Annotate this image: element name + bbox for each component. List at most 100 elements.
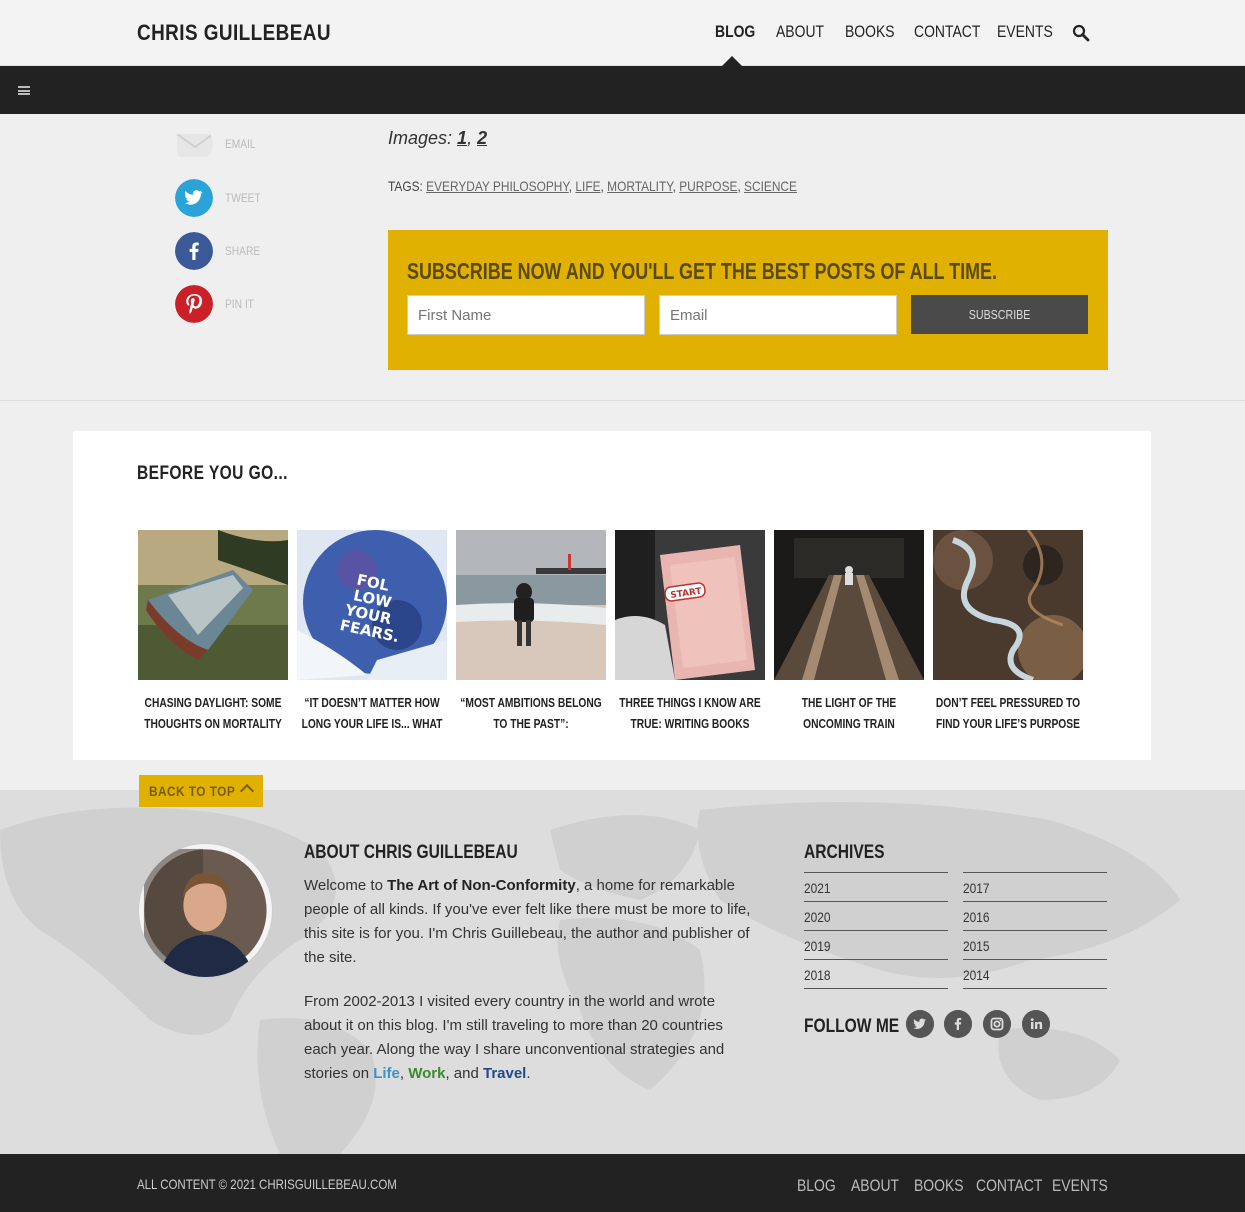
about-text: , <box>399 1065 409 1082</box>
footer-nav-about[interactable]: ABOUT <box>851 1176 899 1196</box>
site-logo[interactable]: CHRIS GUILLEBEAU <box>137 20 331 46</box>
archive-year: 2015 <box>963 938 990 954</box>
about-paragraph-2: From 2002-2013 I visited every country i… <box>304 990 756 1086</box>
nav-contact[interactable]: CONTACT <box>914 22 980 42</box>
image-link-1[interactable]: 1 <box>457 128 467 148</box>
related-post-card[interactable]: FOL LOW YOUR FEARS. “IT DOESN’T MATTER H… <box>297 530 447 735</box>
archive-link-2019[interactable]: 2019 <box>804 930 948 959</box>
chevron-up-icon <box>239 783 255 799</box>
twitter-icon[interactable] <box>906 1010 934 1038</box>
archive-year: 2014 <box>963 967 990 983</box>
email-icon <box>176 133 213 157</box>
email-input[interactable] <box>659 295 897 335</box>
archive-year: 2017 <box>963 880 990 896</box>
archive-year: 2016 <box>963 909 990 925</box>
archive-link-2018[interactable]: 2018 <box>804 959 948 988</box>
linkedin-icon[interactable] <box>1022 1010 1050 1038</box>
archive-link-2014[interactable]: 2014 <box>963 959 1107 988</box>
before-you-go-title: BEFORE YOU GO... <box>137 463 288 484</box>
divider <box>0 400 1245 401</box>
archive-link-2016[interactable]: 2016 <box>963 901 1107 930</box>
back-to-top-label: BACK TO TOP <box>149 783 236 799</box>
link-work[interactable]: Work <box>408 1065 445 1082</box>
images-label: Images: <box>388 128 453 148</box>
post-thumbnail <box>774 530 924 680</box>
image-link-2[interactable]: 2 <box>477 128 487 148</box>
tag-link[interactable]: SCIENCE <box>744 178 797 194</box>
post-thumbnail: START <box>615 530 765 680</box>
tag-link[interactable]: PURPOSE <box>679 178 737 194</box>
archive-link-2021[interactable]: 2021 <box>804 872 948 901</box>
about-text: Welcome to <box>304 877 388 894</box>
pinterest-icon <box>175 285 213 323</box>
related-post-title: DON’T FEEL PRESSURED TO FIND YOUR LIFE’S… <box>935 696 1081 731</box>
archive-year: 2018 <box>804 967 831 983</box>
site-name: The Art of Non-Conformity <box>387 877 576 894</box>
search-icon[interactable] <box>1072 24 1090 42</box>
about-text: . <box>526 1065 531 1082</box>
related-post-title: CHASING DAYLIGHT: SOME THOUGHTS ON MORTA… <box>144 696 282 731</box>
post-thumbnail: FOL LOW YOUR FEARS. <box>297 530 447 680</box>
nav-books[interactable]: BOOKS <box>845 22 895 42</box>
archive-divider <box>963 988 1107 989</box>
related-post-title: “IT DOESN’T MATTER HOW LONG YOUR LIFE IS… <box>301 696 443 731</box>
share-twitter-label: TWEET <box>225 191 261 205</box>
archives-title: ARCHIVES <box>804 842 885 863</box>
tag-link[interactable]: EVERYDAY PHILOSOPHY <box>426 178 569 194</box>
about-text: , and <box>445 1065 483 1082</box>
footer-nav-events[interactable]: EVENTS <box>1052 1176 1108 1196</box>
footer-nav-blog[interactable]: BLOG <box>797 1176 836 1196</box>
facebook-icon <box>175 232 213 270</box>
share-email-label: EMAIL <box>225 137 256 151</box>
author-avatar <box>138 843 273 978</box>
images-line: Images: 1, 2 <box>388 128 488 148</box>
related-post-card[interactable]: DON’T FEEL PRESSURED TO FIND YOUR LIFE’S… <box>933 529 1088 735</box>
back-to-top-button[interactable]: BACK TO TOP <box>139 775 263 807</box>
archive-year: 2021 <box>804 880 831 896</box>
before-you-go-panel: BEFORE YOU GO... CHASING DAYLIGHT: SOME … <box>73 431 1151 760</box>
menu-icon[interactable] <box>18 86 30 95</box>
archive-link-2015[interactable]: 2015 <box>963 930 1107 959</box>
tag-link[interactable]: MORTALITY <box>607 178 672 194</box>
tags-label: TAGS: <box>388 178 423 194</box>
facebook-icon[interactable] <box>944 1010 972 1038</box>
subscribe-box: SUBSCRIBE NOW AND YOU'LL GET THE BEST PO… <box>388 230 1108 370</box>
site-footer: ALL CONTENT © 2021 CHRISGUILLEBEAU.COM B… <box>0 1154 1245 1212</box>
related-post-card[interactable]: THE LIGHT OF THE ONCOMING TRAIN STRENGTH… <box>774 530 924 735</box>
related-post-card[interactable]: CHASING DAYLIGHT: SOME THOUGHTS ON MORTA… <box>138 530 288 735</box>
related-post-card[interactable]: “MOST AMBITIONS BELONG TO THE PAST”: REF… <box>456 530 606 735</box>
post-thumbnail <box>933 529 1088 685</box>
related-post-title: THREE THINGS I KNOW ARE TRUE: WRITING BO… <box>619 696 761 731</box>
follow-me-title: FOLLOW ME <box>804 1016 900 1037</box>
footer-nav-books[interactable]: BOOKS <box>914 1176 964 1196</box>
nav-events[interactable]: EVENTS <box>997 22 1053 42</box>
instagram-icon[interactable] <box>983 1010 1011 1038</box>
tag-link[interactable]: LIFE <box>575 178 600 194</box>
about-paragraph-1: Welcome to The Art of Non-Conformity, a … <box>304 874 756 970</box>
secondary-bar <box>0 66 1245 114</box>
link-life[interactable]: Life <box>373 1065 400 1082</box>
nav-blog[interactable]: BLOG <box>715 22 755 42</box>
related-post-title: THE LIGHT OF THE ONCOMING TRAIN STRENGTH… <box>801 696 897 731</box>
first-name-input[interactable] <box>407 295 645 335</box>
archive-link-2017[interactable]: 2017 <box>963 872 1107 901</box>
archive-year: 2020 <box>804 909 831 925</box>
archive-divider <box>804 988 948 989</box>
subscribe-button-label: SUBSCRIBE <box>968 307 1031 322</box>
active-nav-caret <box>722 56 742 66</box>
copyright-text: ALL CONTENT © 2021 CHRISGUILLEBEAU.COM <box>137 1176 397 1192</box>
subscribe-heading: SUBSCRIBE NOW AND YOU'LL GET THE BEST PO… <box>407 258 998 284</box>
share-pinterest-label: PIN IT <box>225 297 254 311</box>
footer-nav-contact[interactable]: CONTACT <box>976 1176 1042 1196</box>
twitter-icon <box>175 179 213 217</box>
nav-about[interactable]: ABOUT <box>776 22 824 42</box>
related-post-card[interactable]: START THREE THINGS I KNOW ARE TRUE: WRIT… <box>615 530 765 735</box>
share-facebook-label: SHARE <box>225 244 261 258</box>
archive-link-2020[interactable]: 2020 <box>804 901 948 930</box>
related-post-title: “MOST AMBITIONS BELONG TO THE PAST”: REF… <box>460 696 602 731</box>
about-title: ABOUT CHRIS GUILLEBEAU <box>304 842 518 863</box>
site-header: CHRIS GUILLEBEAU BLOG ABOUT BOOKS CONTAC… <box>0 0 1245 66</box>
subscribe-button[interactable]: SUBSCRIBE <box>911 295 1088 334</box>
link-travel[interactable]: Travel <box>483 1065 526 1082</box>
archive-year: 2019 <box>804 938 831 954</box>
